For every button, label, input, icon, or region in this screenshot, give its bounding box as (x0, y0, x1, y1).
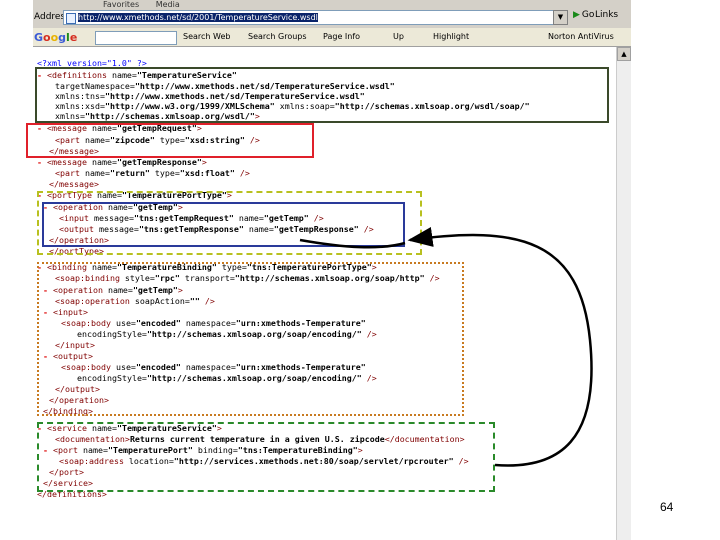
media-button[interactable]: Media (156, 0, 180, 9)
xml-line: </message> (49, 179, 99, 189)
google-search-input[interactable] (95, 31, 177, 45)
go-button[interactable]: Go (573, 10, 594, 20)
operation-highlight-box (42, 202, 405, 247)
service-highlight-box (37, 422, 495, 492)
definitions-highlight-box (35, 67, 609, 123)
xml-token: "getTempResponse" (116, 157, 202, 167)
up-button[interactable]: Up (393, 32, 404, 41)
toolbar-menu: Favorites Media (103, 0, 194, 9)
search-web-button[interactable]: Search Web (183, 32, 230, 41)
xml-line: <part name="return" type="xsd:float" /> (55, 168, 250, 178)
address-bar: Favorites Media Address http://www.xmeth… (33, 0, 631, 29)
page-info-button[interactable]: Page Info (323, 32, 360, 41)
slide-number: 64 (660, 500, 674, 514)
xml-token: /> (234, 168, 250, 178)
address-dropdown-button[interactable]: ▼ (553, 10, 568, 25)
xml-token: "return" (109, 168, 150, 178)
scroll-up-arrow-icon[interactable]: ▲ (617, 47, 631, 61)
norton-antivirus-button[interactable]: Norton AntiVirus (548, 32, 614, 41)
address-input[interactable]: http://www.xmethods.net/sd/2001/Temperat… (63, 10, 561, 25)
vertical-scrollbar[interactable]: ▲ (616, 47, 631, 540)
message-highlight-box (26, 123, 314, 158)
xml-line: - <message name="getTempResponse"> (37, 157, 207, 167)
address-url: http://www.xmethods.net/sd/2001/Temperat… (78, 13, 318, 22)
xml-token: "xsd:float" (179, 168, 235, 178)
xml-token: > (201, 157, 207, 167)
binding-highlight-box (37, 262, 464, 416)
page-icon (66, 13, 76, 24)
google-logo[interactable]: Google (34, 31, 77, 44)
highlight-button[interactable]: Highlight (433, 32, 469, 41)
xml-token: </message> (49, 179, 99, 189)
xml-token: type= (149, 168, 180, 178)
xml-token: name= (86, 157, 117, 167)
favorites-button[interactable]: Favorites (103, 0, 139, 9)
xml-token: <message (47, 157, 87, 167)
search-groups-button[interactable]: Search Groups (248, 32, 307, 41)
collapse-toggle[interactable]: - (37, 157, 47, 167)
xml-token: <part (55, 168, 80, 178)
xml-token: name= (79, 168, 110, 178)
links-button[interactable]: Links (595, 10, 618, 20)
google-toolbar: Google Search Web Search Groups Page Inf… (33, 28, 631, 47)
